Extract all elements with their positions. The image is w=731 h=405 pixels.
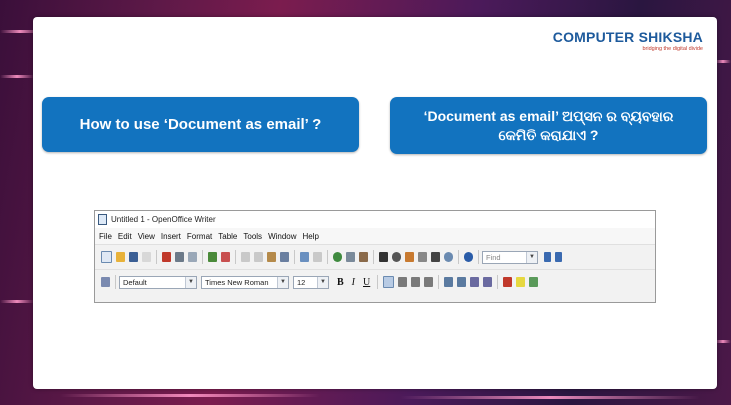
document-icon: [98, 214, 107, 225]
align-center-icon[interactable]: [398, 277, 408, 287]
find-next-icon[interactable]: [544, 252, 551, 262]
help-icon[interactable]: [464, 252, 473, 262]
gallery-icon[interactable]: [405, 252, 414, 262]
font-size-select[interactable]: 12 ▼: [293, 275, 329, 289]
openoffice-writer-window: Untitled 1 - OpenOffice Writer File Edit…: [94, 210, 656, 303]
writer-title: Untitled 1 - OpenOffice Writer: [111, 215, 216, 224]
writer-titlebar: Untitled 1 - OpenOffice Writer: [95, 211, 655, 228]
save-icon[interactable]: [129, 252, 138, 262]
menu-table[interactable]: Table: [218, 232, 237, 241]
cut-icon[interactable]: [241, 252, 250, 262]
background-streak: [400, 396, 700, 399]
spellcheck-icon[interactable]: [208, 252, 217, 262]
menu-help[interactable]: Help: [303, 232, 319, 241]
menu-view[interactable]: View: [138, 232, 155, 241]
toolbar-separator: [458, 250, 459, 264]
background-color-icon[interactable]: [529, 277, 539, 287]
menu-file[interactable]: File: [99, 232, 112, 241]
chevron-down-icon[interactable]: ▼: [277, 276, 288, 288]
paste-icon[interactable]: [267, 252, 276, 262]
logo-tagline: bridging the digital divide: [642, 46, 703, 52]
align-left-icon[interactable]: [383, 276, 395, 288]
computer-shiksha-logo: COMPUTER SHIKSHA bridging the digital di…: [553, 29, 703, 52]
bold-button[interactable]: B: [337, 277, 344, 288]
table-icon[interactable]: [346, 252, 355, 262]
menu-edit[interactable]: Edit: [118, 232, 132, 241]
toolbar-separator: [202, 250, 203, 264]
question-odia: ‘Document as email’ ଅପ୍ସନ ର ବ୍ୟବହାର କେମି…: [390, 97, 707, 154]
paragraph-style-select[interactable]: Default ▼: [119, 275, 197, 289]
background-streak: [60, 394, 320, 397]
chevron-down-icon[interactable]: ▼: [526, 251, 537, 263]
navigator-icon[interactable]: [392, 252, 401, 262]
open-folder-icon[interactable]: [116, 252, 125, 262]
find-input[interactable]: Find ▼: [482, 250, 538, 264]
toolbar-separator: [377, 275, 379, 289]
align-right-icon[interactable]: [411, 277, 421, 287]
background-streak: [0, 75, 34, 78]
menu-tools[interactable]: Tools: [243, 232, 262, 241]
chevron-down-icon[interactable]: ▼: [317, 276, 328, 288]
font-color-icon[interactable]: [503, 277, 513, 287]
toolbar-separator: [235, 250, 236, 264]
draw-functions-icon[interactable]: [359, 252, 368, 262]
page-preview-icon[interactable]: [188, 252, 197, 262]
zoom-icon[interactable]: [444, 252, 453, 262]
question-english-text: How to use ‘Document as email’ ?: [79, 116, 322, 133]
background-streak: [715, 340, 731, 343]
paragraph-style-value: Default: [123, 277, 147, 287]
print-icon[interactable]: [175, 252, 184, 262]
export-pdf-icon[interactable]: [162, 252, 171, 262]
styles-formatting-icon[interactable]: [101, 277, 110, 287]
formatting-marks-icon[interactable]: [431, 252, 440, 262]
find-previous-icon[interactable]: [555, 252, 562, 262]
toolbar-separator: [373, 250, 374, 264]
toolbar-separator: [438, 275, 440, 289]
new-document-icon[interactable]: [101, 251, 112, 263]
justify-icon[interactable]: [424, 277, 434, 287]
formatting-toolbar: Default ▼ Times New Roman ▼ 12 ▼ B I U: [95, 269, 655, 294]
find-replace-icon[interactable]: [379, 252, 388, 262]
highlighting-icon[interactable]: [516, 277, 526, 287]
menu-insert[interactable]: Insert: [161, 232, 181, 241]
logo-name: COMPUTER SHIKSHA: [552, 29, 703, 45]
undo-icon[interactable]: [300, 252, 309, 262]
bullets-icon[interactable]: [457, 277, 467, 287]
autospellcheck-icon[interactable]: [221, 252, 230, 262]
font-name-select[interactable]: Times New Roman ▼: [201, 275, 289, 289]
background-streak: [715, 60, 731, 63]
decrease-indent-icon[interactable]: [470, 277, 480, 287]
italic-button[interactable]: I: [352, 277, 355, 288]
underline-button[interactable]: U: [363, 277, 370, 288]
increase-indent-icon[interactable]: [483, 277, 493, 287]
font-name-value: Times New Roman: [205, 277, 269, 287]
menu-format[interactable]: Format: [187, 232, 212, 241]
question-english: How to use ‘Document as email’ ?: [42, 97, 359, 152]
hyperlink-icon[interactable]: [333, 252, 342, 262]
toolbar-separator: [327, 250, 328, 264]
standard-toolbar: Find ▼: [95, 244, 655, 269]
clone-formatting-icon[interactable]: [280, 252, 289, 262]
font-size-value: 12: [297, 277, 306, 287]
writer-menubar: File Edit View Insert Format Table Tools…: [95, 228, 655, 244]
toolbar-separator: [294, 250, 295, 264]
edit-file-icon[interactable]: [142, 252, 151, 262]
question-odia-line2: କେମିତି କରାଯାଏ ?: [498, 126, 599, 143]
data-sources-icon[interactable]: [418, 252, 427, 262]
toolbar-separator: [115, 275, 116, 289]
chevron-down-icon[interactable]: ▼: [185, 276, 196, 288]
toolbar-separator: [156, 250, 157, 264]
question-odia-line1: ‘Document as email’ ଅପ୍ସନ ର ବ୍ୟବହାର: [423, 107, 674, 124]
find-placeholder: Find: [486, 252, 501, 262]
redo-icon[interactable]: [313, 252, 322, 262]
slide: COMPUTER SHIKSHA bridging the digital di…: [33, 17, 717, 389]
numbering-icon[interactable]: [444, 277, 454, 287]
menu-window[interactable]: Window: [268, 232, 296, 241]
copy-icon[interactable]: [254, 252, 263, 262]
toolbar-separator: [478, 250, 479, 264]
toolbar-separator: [497, 275, 499, 289]
background-streak: [0, 300, 34, 303]
